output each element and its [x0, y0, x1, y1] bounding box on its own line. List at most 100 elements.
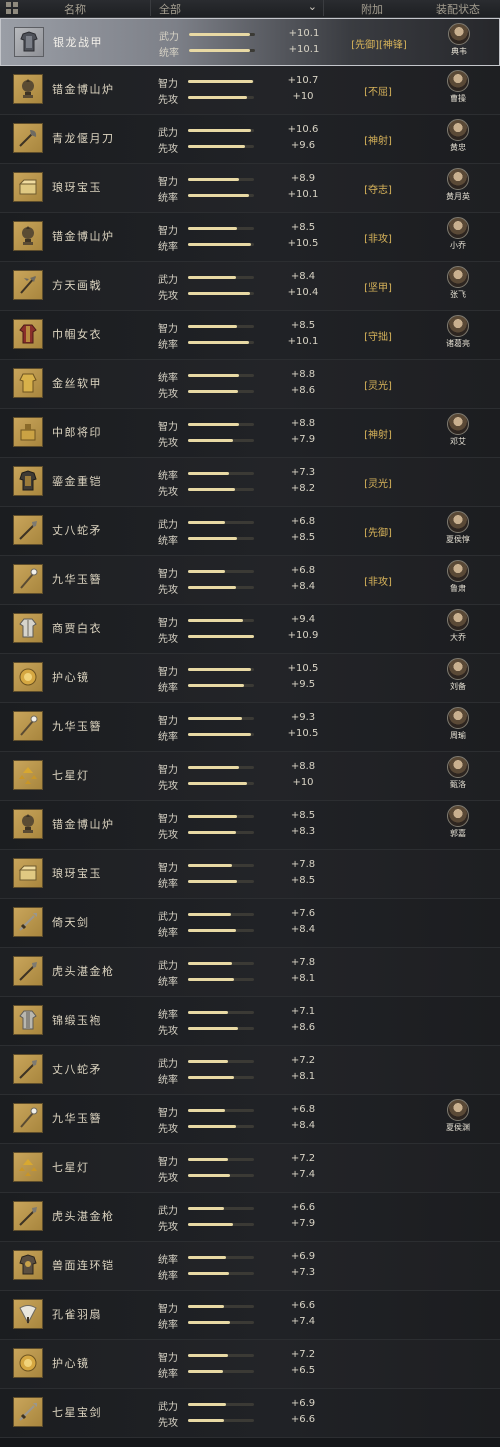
stat-bar	[188, 1403, 254, 1406]
equipment-row[interactable]: 兽面连环铠 统率 +6.9 统率 +7.3	[0, 1242, 500, 1291]
stat-bar	[189, 49, 255, 52]
stat-line: 武力 +10.1	[159, 28, 319, 43]
equipped-general[interactable]: 大乔	[441, 609, 475, 643]
stat-bar-fill	[188, 1158, 229, 1161]
stat-value: +10.1	[288, 28, 320, 39]
equipped-general[interactable]: 诸葛亮	[441, 315, 475, 349]
stat-value: +7.4	[290, 1316, 316, 1327]
extra-trait-tag: [灵光]	[364, 381, 392, 392]
equipment-row[interactable]: 金丝软甲 统率 +8.8 先攻 +8.6 [灵光]	[0, 360, 500, 409]
stat-bar-fill	[188, 96, 248, 99]
column-name-header[interactable]: 名称	[64, 1, 86, 17]
equipment-row[interactable]: 七星灯 智力 +7.2 先攻 +7.4	[0, 1144, 500, 1193]
equipment-row[interactable]: 孔雀羽扇 智力 +6.6 统率 +7.4	[0, 1291, 500, 1340]
stat-bar-fill	[188, 1060, 229, 1063]
equipment-row[interactable]: 虎头湛金枪 武力 +6.6 先攻 +7.9	[0, 1193, 500, 1242]
equipped-general[interactable]: 黄忠	[441, 119, 475, 153]
attribute-filter-dropdown[interactable]: 全部 ⌄	[150, 0, 324, 16]
stat-value: +10.5	[287, 728, 319, 739]
stat-line: 统率 +10.1	[158, 189, 318, 204]
equipment-row[interactable]: 锦缎玉袍 统率 +7.1 先攻 +8.6	[0, 997, 500, 1046]
equipment-row[interactable]: 错金博山炉 智力 +8.5 统率 +10.5 [非攻] 小乔	[0, 213, 500, 262]
stat-bar	[188, 1027, 254, 1030]
sword-icon	[13, 1397, 43, 1427]
equipment-row[interactable]: 九华玉簪 智力 +9.3 统率 +10.5 周瑜	[0, 703, 500, 752]
censer-icon	[13, 74, 43, 104]
stat-label: 智力	[158, 863, 178, 874]
stat-bar	[188, 717, 254, 720]
equipment-row[interactable]: 错金博山炉 智力 +8.5 先攻 +8.3 郭嘉	[0, 801, 500, 850]
equipped-general[interactable]: 郭嘉	[441, 805, 475, 839]
stat-line: 统率 +7.3	[158, 1267, 315, 1282]
equipped-general[interactable]: 黄月英	[441, 168, 475, 202]
equipment-row[interactable]: 琅玡宝玉 智力 +7.8 统率 +8.5	[0, 850, 500, 899]
equipment-row[interactable]: 七星灯 智力 +8.8 先攻 +10 甄洛	[0, 752, 500, 801]
equipment-row[interactable]: 丈八蛇矛 武力 +6.8 统率 +8.5 [先御] 夏侯惇	[0, 507, 500, 556]
stat-bar	[188, 325, 254, 328]
grid-view-icon[interactable]	[6, 2, 18, 14]
stat-line: 统率 +8.1	[158, 973, 315, 988]
equipment-row[interactable]: 商贾白衣 智力 +9.4 先攻 +10.9 大乔	[0, 605, 500, 654]
equipment-row[interactable]: 青龙偃月刀 武力 +10.6 先攻 +9.6 [神射] 黄忠	[0, 115, 500, 164]
equipment-row[interactable]: 鎏金重铠 统率 +7.3 先攻 +8.2 [灵光]	[0, 458, 500, 507]
avatar	[447, 609, 469, 631]
stat-line: 智力 +9.4	[158, 614, 315, 629]
stat-label: 智力	[158, 765, 178, 776]
column-equip-status-header[interactable]: 装配状态	[436, 1, 480, 17]
stat-label: 武力	[158, 1059, 178, 1070]
equipment-row[interactable]: 护心镜 智力 +7.2 统率 +6.5	[0, 1340, 500, 1389]
equipped-general[interactable]: 周瑜	[441, 707, 475, 741]
stat-bar	[188, 1354, 254, 1357]
column-extra-header[interactable]: 附加	[361, 1, 383, 17]
stat-bar	[188, 276, 254, 279]
equipment-row[interactable]: 丈八蛇矛 武力 +7.2 统率 +8.1	[0, 1046, 500, 1095]
stat-bar-fill	[188, 374, 239, 377]
stat-value: +7.9	[290, 1218, 316, 1229]
equipped-general[interactable]: 典韦	[442, 23, 476, 57]
stat-line: 统率 +6.9	[158, 1251, 315, 1266]
equipment-row[interactable]: 七星宝剑 武力 +6.9 先攻 +6.6	[0, 1389, 500, 1438]
mirror-icon	[13, 1348, 43, 1378]
equipment-name: 商贾白衣	[52, 622, 102, 635]
equipment-row[interactable]: 琅玡宝玉 智力 +8.9 统率 +10.1 [夺志] 黄月英	[0, 164, 500, 213]
equipped-general[interactable]: 夏侯渊	[441, 1099, 475, 1133]
equipment-row[interactable]: 方天画戟 武力 +8.4 先攻 +10.4 [坚甲] 张飞	[0, 262, 500, 311]
equipment-row[interactable]: 虎头湛金枪 武力 +7.8 统率 +8.1	[0, 948, 500, 997]
stat-label: 智力	[158, 569, 178, 580]
equipped-general[interactable]: 张飞	[441, 266, 475, 300]
equipment-row[interactable]: 九华玉簪 智力 +6.8 先攻 +8.4 [非攻] 鲁肃	[0, 556, 500, 605]
stat-value: +6.9	[290, 1398, 316, 1409]
equipped-general[interactable]: 鲁肃	[441, 560, 475, 594]
equipped-general[interactable]: 夏侯惇	[441, 511, 475, 545]
stat-label: 智力	[158, 814, 178, 825]
equipment-row[interactable]: 中郎将印 智力 +8.8 先攻 +7.9 [神射] 邓艾	[0, 409, 500, 458]
extra-trait-tag: [不屈]	[364, 87, 392, 98]
equipped-general[interactable]: 小乔	[441, 217, 475, 251]
stat-bar-fill	[189, 49, 250, 52]
equipment-row[interactable]: 错金博山炉 智力 +10.7 先攻 +10 [不屈] 曹操	[0, 66, 500, 115]
stat-label: 先攻	[158, 95, 178, 106]
equipment-row[interactable]: 巾帼女衣 智力 +8.5 统率 +10.1 [守拙] 诸葛亮	[0, 311, 500, 360]
equipment-row[interactable]: 护心镜 智力 +10.5 统率 +9.5 刘备	[0, 654, 500, 703]
stat-bar	[188, 766, 254, 769]
stat-value: +10.5	[287, 663, 319, 674]
equipped-general[interactable]: 邓艾	[441, 413, 475, 447]
stat-label: 智力	[158, 422, 178, 433]
stat-line: 智力 +10.5	[158, 663, 318, 678]
equipped-general[interactable]: 曹操	[441, 70, 475, 104]
stat-value: +9.3	[290, 712, 316, 723]
equipment-row[interactable]: 九华玉簪 智力 +6.8 先攻 +8.4 夏侯渊	[0, 1095, 500, 1144]
stat-label: 统率	[158, 1320, 178, 1331]
stat-line: 武力 +7.8	[158, 957, 315, 972]
equipped-general[interactable]: 甄洛	[441, 756, 475, 790]
equipment-name: 护心镜	[52, 1357, 90, 1370]
general-name: 鲁肃	[450, 584, 466, 593]
equipment-row[interactable]: 银龙战甲 武力 +10.1 统率 +10.1 [先御][神锋] 典韦	[0, 18, 500, 66]
stat-label: 武力	[158, 520, 178, 531]
fan-icon	[13, 1299, 43, 1329]
stat-line: 统率 +8.5	[158, 875, 315, 890]
equipped-general[interactable]: 刘备	[441, 658, 475, 692]
stat-label: 统率	[158, 879, 178, 890]
stat-value: +8.5	[290, 810, 316, 821]
equipment-row[interactable]: 倚天剑 武力 +7.6 统率 +8.4	[0, 899, 500, 948]
